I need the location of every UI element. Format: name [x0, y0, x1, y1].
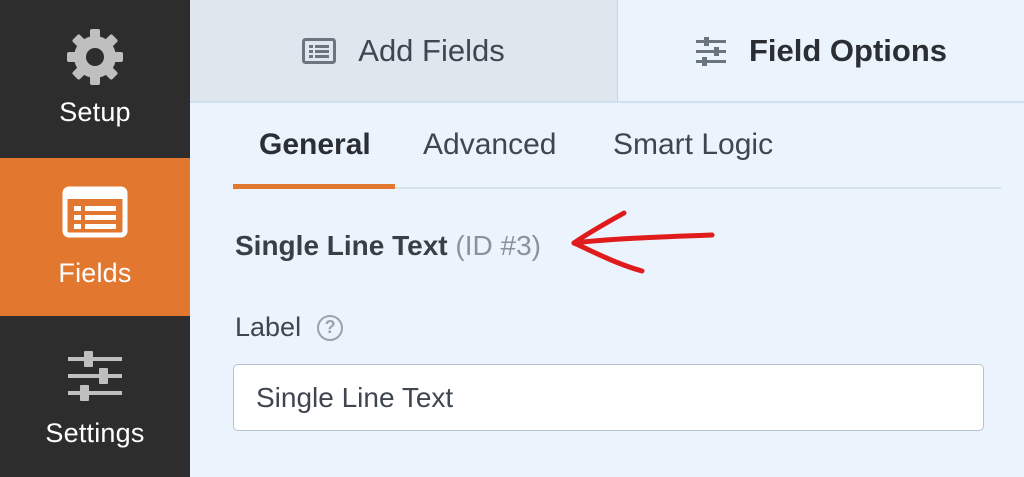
sidebar-item-label: Setup	[59, 97, 131, 127]
sidebar-item-settings[interactable]: Settings	[0, 316, 190, 477]
tab-advanced[interactable]: Advanced	[423, 128, 556, 162]
panel-tabs: Add Fields Field Options	[190, 0, 1024, 103]
sliders-icon	[68, 351, 122, 401]
tab-smart-logic[interactable]: Smart Logic	[613, 128, 773, 162]
left-sidebar: Setup Fields Settings	[0, 0, 190, 477]
sub-tabs: General Advanced Smart Logic	[233, 108, 1001, 189]
tab-field-options[interactable]: Field Options	[618, 0, 1024, 101]
label-input[interactable]	[233, 364, 984, 431]
help-icon[interactable]: ?	[317, 314, 344, 341]
label-caption: Label	[235, 312, 302, 342]
sliders-icon	[695, 36, 726, 66]
list-icon	[302, 37, 337, 64]
sidebar-item-label: Settings	[45, 418, 145, 448]
tab-general[interactable]: General	[259, 128, 371, 162]
label-row: Label ?	[235, 312, 344, 343]
gear-icon	[67, 29, 123, 85]
active-tab-indicator	[233, 184, 395, 189]
annotation-arrow-icon	[571, 210, 715, 274]
sidebar-item-setup[interactable]: Setup	[0, 0, 190, 158]
tab-label: Add Fields	[358, 32, 505, 68]
sidebar-item-label: Fields	[58, 258, 132, 288]
list-form-icon	[62, 186, 128, 238]
field-title: Single Line Text (ID #3)	[235, 230, 541, 262]
field-type-name: Single Line Text	[235, 230, 448, 261]
sidebar-item-fields[interactable]: Fields	[0, 158, 190, 316]
tab-label: Field Options	[748, 32, 948, 68]
tab-add-fields[interactable]: Add Fields	[190, 0, 618, 101]
field-id: (ID #3)	[455, 230, 541, 261]
